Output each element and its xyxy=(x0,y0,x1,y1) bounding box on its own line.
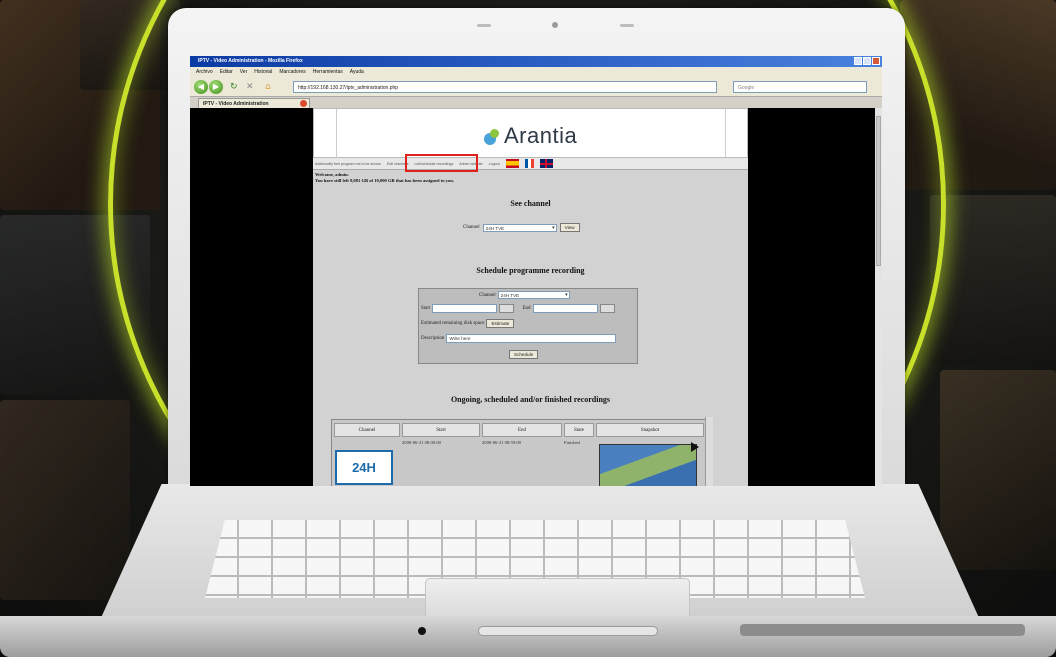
laptop-screen: IPTV - Video Administration - Mozilla Fi… xyxy=(190,56,882,486)
back-button[interactable]: ◀ xyxy=(194,80,208,94)
scrollbar-thumb[interactable] xyxy=(876,116,881,266)
column-header-start: Start xyxy=(402,423,480,437)
laptop-base xyxy=(0,484,1056,657)
stop-icon[interactable]: ✕ xyxy=(246,82,254,92)
schedule-channel-label: Channel xyxy=(479,292,496,298)
menu-item-editar[interactable]: Editar xyxy=(220,69,233,75)
logo-text: Arantia xyxy=(504,123,578,148)
web-page: Arantia Add/modify free program not to b… xyxy=(313,108,748,486)
column-header-channel: Channel xyxy=(334,423,400,437)
base-front-edge xyxy=(0,616,1056,657)
recording-end: 2008-06-21 08:59:00 xyxy=(482,440,521,445)
schedule-channel-select[interactable]: 24H TVE xyxy=(497,291,570,299)
recordings-table: Channel Start End State Snapshot 24H 200… xyxy=(331,419,706,486)
menu-item-ayuda[interactable]: Ayuda xyxy=(350,69,364,75)
trackpad xyxy=(425,578,690,620)
recording-start: 2008-06-21 08:00:00 xyxy=(402,440,441,445)
address-bar[interactable]: http://192.168.130.27/iptv_administratio… xyxy=(293,81,717,93)
recordings-heading: Ongoing, scheduled and/or finished recor… xyxy=(450,395,611,404)
see-channel-form: Channel 24H TVE View xyxy=(463,223,580,232)
channel-label: Channel xyxy=(463,225,480,230)
view-button[interactable]: View xyxy=(559,223,580,232)
schedule-form: Channel 24H TVE Start End Estimated rema… xyxy=(418,288,638,364)
minimize-icon[interactable] xyxy=(854,57,862,65)
lid-slot xyxy=(477,24,491,27)
highlight-box xyxy=(405,154,478,172)
start-input[interactable] xyxy=(432,304,498,313)
see-channel-heading: See channel xyxy=(510,199,551,208)
vertical-scrollbar[interactable] xyxy=(875,108,882,486)
admin-nav: Add/modify free program not to be shown … xyxy=(313,158,748,170)
schedule-button[interactable]: Schedule xyxy=(509,350,539,359)
play-icon[interactable] xyxy=(691,442,699,452)
close-icon[interactable] xyxy=(872,57,880,65)
tab-iptv[interactable]: IPTV - Video Administration xyxy=(198,98,310,108)
quota-line: You have still left 9,081 GB of 10,000 G… xyxy=(315,178,454,183)
arantia-logo: Arantia xyxy=(482,123,612,149)
arantia-mark-icon xyxy=(482,127,500,145)
welcome-text: Welcome, admin. You have still left 9,08… xyxy=(315,172,454,184)
description-input[interactable]: Write here xyxy=(446,334,617,343)
end-label: End xyxy=(522,306,531,311)
page-viewport: Arantia Add/modify free program not to b… xyxy=(190,108,882,486)
search-input[interactable]: Google xyxy=(733,81,867,93)
background-photo xyxy=(930,195,1056,365)
navigation-toolbar: ◀ ▶ ↻ ✕ ⌂ http://192.168.130.27/iptv_adm… xyxy=(190,77,882,97)
front-latch xyxy=(478,626,658,636)
page-banner: Arantia xyxy=(313,108,748,159)
description-label: Description xyxy=(421,336,445,341)
webcam-icon xyxy=(552,22,558,28)
power-led-icon xyxy=(418,627,426,635)
uk-flag-icon[interactable] xyxy=(539,159,553,168)
maximize-icon[interactable] xyxy=(863,57,871,65)
menu-item-archivo[interactable]: Archivo xyxy=(196,69,213,75)
menu-item-marcadores[interactable]: Marcadores xyxy=(279,69,305,75)
estimate-label: Estimated remaining disk space xyxy=(421,321,485,326)
window-titlebar: IPTV - Video Administration - Mozilla Fi… xyxy=(190,56,882,67)
column-header-state: State xyxy=(564,423,594,437)
home-icon[interactable]: ⌂ xyxy=(265,82,271,92)
column-header-snapshot: Snapshot xyxy=(596,423,704,437)
nav-link-logout[interactable]: Logout xyxy=(489,162,500,166)
lid-slot xyxy=(620,24,634,27)
tab-close-icon[interactable] xyxy=(300,100,307,107)
menu-item-ver[interactable]: Ver xyxy=(240,69,248,75)
tab-strip: IPTV - Video Administration xyxy=(190,97,882,108)
menu-item-historial[interactable]: Historial xyxy=(254,69,272,75)
start-label: Start xyxy=(421,306,431,311)
table-scrollbar[interactable] xyxy=(705,417,713,486)
reload-icon[interactable]: ↻ xyxy=(230,82,238,92)
start-calendar-button[interactable] xyxy=(499,304,515,313)
channel-logo: 24H xyxy=(335,450,393,485)
snapshot-thumbnail[interactable] xyxy=(599,444,697,486)
menu-item-herramientas[interactable]: Herramientas xyxy=(313,69,343,75)
estimate-button[interactable]: Estimate xyxy=(486,319,515,328)
channel-select[interactable]: 24H TVE xyxy=(482,223,557,232)
end-calendar-button[interactable] xyxy=(599,304,615,313)
forward-button[interactable]: ▶ xyxy=(209,80,223,94)
france-flag-icon[interactable] xyxy=(524,159,534,168)
menu-bar: Archivo Editar Ver Historial Marcadores … xyxy=(190,67,882,77)
schedule-heading: Schedule programme recording xyxy=(476,266,585,275)
recording-state: Finished xyxy=(564,440,580,445)
end-input[interactable] xyxy=(532,304,598,313)
spain-flag-icon[interactable] xyxy=(505,159,519,168)
nav-link-free-program[interactable]: Add/modify free program not to be shown xyxy=(315,162,381,166)
window-title: IPTV - Video Administration - Mozilla Fi… xyxy=(198,58,303,64)
tab-label: IPTV - Video Administration xyxy=(203,101,269,107)
drive-slot xyxy=(740,624,1025,636)
column-header-end: End xyxy=(482,423,562,437)
window-controls xyxy=(854,57,880,65)
